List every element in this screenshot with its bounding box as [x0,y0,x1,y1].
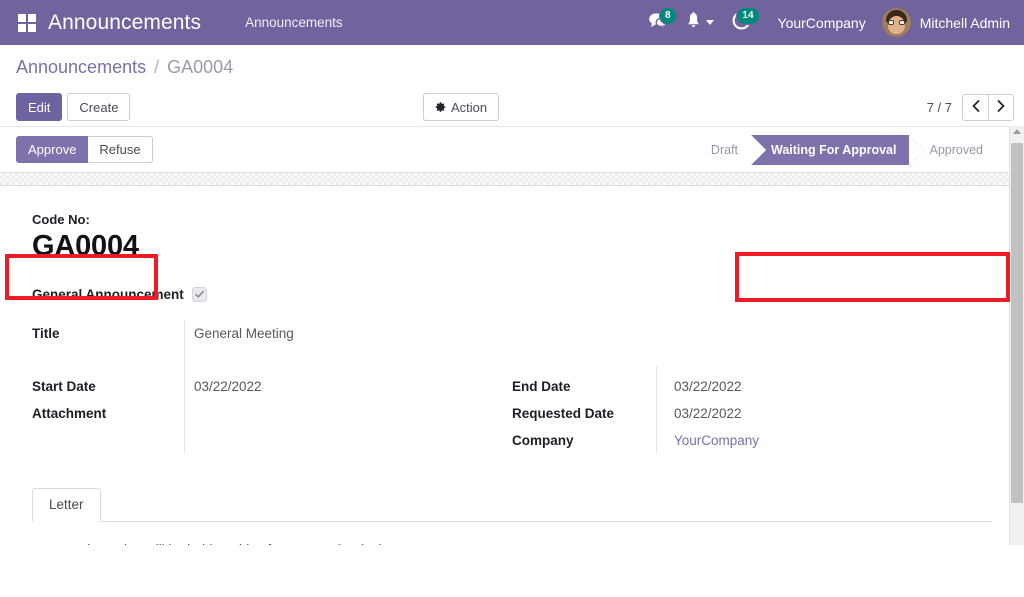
field-value-end-date[interactable]: 03/22/2022 [664,373,992,400]
pager-previous-button[interactable] [962,93,988,121]
status-pipeline: Draft Waiting For Approval Approved [698,134,996,165]
field-value-title[interactable]: General Meeting [184,320,512,347]
general-announcement-checkbox[interactable] [191,287,207,302]
field-divider-right [656,366,657,454]
field-value-requested-date[interactable]: 03/22/2022 [664,400,992,427]
field-end-date: End Date 03/22/2022 [512,373,992,400]
field-value-company[interactable]: YourCompany [664,427,992,454]
user-menu[interactable]: Mitchell Admin [881,8,1010,37]
form-sheet: Code No: GA0004 General Announcement Tit… [0,186,1024,545]
notebook-tabs: Letter [32,488,992,522]
field-title: Title General Meeting [32,320,512,347]
field-row-title: Title General Meeting [32,320,992,347]
field-attachment: Attachment [32,400,512,427]
top-navbar: Announcements Announcements 8 14 YourCom… [0,0,1024,45]
code-no-value: GA0004 [32,230,139,262]
chevron-left-icon [972,99,980,115]
field-value-start-date[interactable]: 03/22/2022 [184,373,512,400]
notebook-body-letter[interactable]: a general meeting will be held on this a… [32,522,992,545]
vertical-scrollbar[interactable] [1009,126,1024,545]
bell-icon [686,11,701,34]
form-view: Approve Refuse Draft Waiting For Approva… [0,126,1024,545]
breadcrumb-root[interactable]: Announcements [16,57,146,77]
activities-menu[interactable] [677,0,723,45]
field-label-title: Title [32,326,60,341]
pager-count: 7 / 7 [926,99,952,115]
user-name-label: Mitchell Admin [919,14,1010,31]
company-switcher[interactable]: YourCompany [778,15,866,31]
create-button[interactable]: Create [67,93,131,121]
check-icon [194,290,204,299]
notebook: Letter a general meeting will be held on… [0,488,1024,545]
chevron-down-icon [705,20,714,25]
general-announcement-label: General Announcement [32,287,184,302]
approve-button[interactable]: Approve [16,136,89,163]
field-label-requested-date: Requested Date [512,406,615,421]
status-stage-waiting-for-approval[interactable]: Waiting For Approval [751,134,925,165]
field-label-company: Company [512,433,574,448]
breadcrumb-current: GA0004 [167,57,234,77]
scrollbar-thumb[interactable] [1011,143,1023,503]
status-stage-approved[interactable]: Approved [909,134,996,165]
pager: 7 / 7 [926,93,1014,121]
field-label-end-date: End Date [512,379,571,394]
field-label-attachment: Attachment [32,406,107,421]
navbar-right-group: 8 14 YourCompany Mitchell Admin [639,0,1024,45]
app-brand-title[interactable]: Announcements [48,11,201,35]
field-row-3: Company YourCompany [32,427,992,454]
edit-button[interactable]: Edit [16,93,63,121]
sheet-top-band [0,172,1024,186]
field-label-start-date: Start Date [32,379,96,394]
refuse-button[interactable]: Refuse [88,136,153,163]
form-sheet-inner: Code No: GA0004 General Announcement Tit… [0,212,1024,454]
avatar [881,8,911,37]
control-panel: Edit Create Action 7 / 7 [0,88,1024,126]
status-stage-draft[interactable]: Draft [698,134,767,165]
scroll-up-arrow-icon[interactable] [1013,129,1021,134]
tab-letter[interactable]: Letter [32,488,101,522]
activity-badge: 14 [736,7,760,25]
menu-item-announcements[interactable]: Announcements [245,15,343,30]
gear-icon [435,101,446,113]
breadcrumb: Announcements / GA0004 [0,45,1024,88]
form-fields: Title General Meeting Start Date 03/22/2… [32,320,992,454]
field-start-date: Start Date 03/22/2022 [32,373,512,400]
general-announcement-row: General Announcement [32,287,992,302]
form-statusbar-row: Approve Refuse Draft Waiting For Approva… [0,126,1024,172]
workflow-buttons: Approve Refuse [16,136,153,163]
field-row-2: Attachment Requested Date 03/22/2022 [32,400,992,427]
breadcrumb-separator: / [154,57,160,77]
apps-grid-icon[interactable] [10,13,44,32]
field-company: Company YourCompany [512,427,992,454]
field-row-3-spacer [32,427,512,454]
action-button[interactable]: Action [423,93,500,121]
field-divider-left [184,320,185,454]
field-row-title-spacer [512,320,992,347]
messages-badge: 8 [658,7,677,25]
action-button-label: Action [451,99,488,115]
field-gap [32,347,992,373]
field-requested-date: Requested Date 03/22/2022 [512,400,992,427]
messages-menu[interactable]: 8 [639,0,677,45]
field-row-1: Start Date 03/22/2022 End Date 03/22/202… [32,373,992,400]
code-no-label: Code No: [32,212,90,227]
apps-grid-glyph [18,13,36,32]
field-value-attachment[interactable] [184,400,512,427]
pager-next-button[interactable] [988,93,1014,121]
activity-clock-menu[interactable]: 14 [723,0,760,45]
chevron-right-icon [997,99,1005,115]
